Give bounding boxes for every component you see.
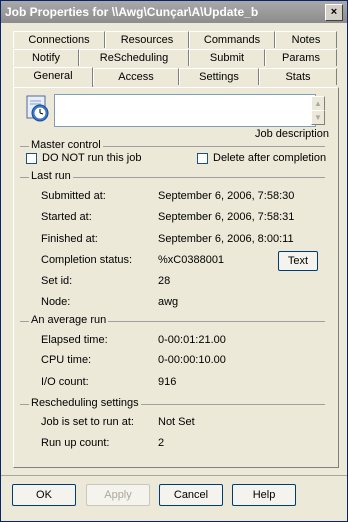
tab-submit[interactable]: Submit bbox=[189, 49, 265, 66]
job-properties-window: Job Properties for \\Awg\Cunçar\A\Update… bbox=[0, 0, 348, 522]
ok-button[interactable]: OK bbox=[12, 484, 76, 506]
close-icon: × bbox=[330, 6, 338, 18]
finished-at-label: Finished at: bbox=[41, 233, 98, 245]
help-button[interactable]: Help bbox=[232, 484, 296, 506]
scroll-down-button[interactable]: ▼ bbox=[311, 110, 325, 125]
cancel-button[interactable]: Cancel bbox=[159, 484, 223, 506]
apply-button[interactable]: Apply bbox=[86, 484, 150, 506]
scroll-down-icon: ▼ bbox=[314, 113, 322, 122]
tab-notes[interactable]: Notes bbox=[275, 31, 337, 48]
tab-settings[interactable]: Settings bbox=[179, 68, 259, 85]
run-up-count-value: 2 bbox=[158, 437, 165, 449]
tab-stats[interactable]: Stats bbox=[259, 68, 337, 85]
submitted-at-label: Submitted at: bbox=[41, 190, 106, 202]
tab-access[interactable]: Access bbox=[93, 68, 179, 85]
tab-commands[interactable]: Commands bbox=[189, 31, 275, 48]
delete-after-completion-label: Delete after completion bbox=[213, 152, 327, 164]
rescheduling-label: Rescheduling settings bbox=[29, 397, 141, 409]
job-icon bbox=[25, 95, 51, 123]
do-not-run-label: DO NOT run this job bbox=[42, 152, 142, 164]
io-count-label: I/O count: bbox=[41, 376, 89, 388]
job-set-to-run-value: Not Set bbox=[158, 416, 195, 428]
job-description-label: Job description bbox=[255, 128, 329, 140]
cpu-time-label: CPU time: bbox=[41, 354, 92, 366]
tab-resources[interactable]: Resources bbox=[105, 31, 189, 48]
tab-rescheduling[interactable]: ReScheduling bbox=[79, 49, 189, 66]
started-at-label: Started at: bbox=[41, 211, 92, 223]
completion-status-label: Completion status: bbox=[41, 254, 133, 266]
tab-params[interactable]: Params bbox=[265, 49, 337, 66]
do-not-run-checkbox[interactable] bbox=[26, 153, 37, 164]
job-description-field[interactable] bbox=[54, 94, 316, 127]
tab-connections[interactable]: Connections bbox=[13, 31, 105, 48]
scroll-up-icon: ▲ bbox=[314, 99, 322, 108]
tab-general[interactable]: General bbox=[13, 67, 93, 87]
close-button[interactable]: × bbox=[325, 4, 343, 21]
elapsed-time-value: 0-00:01:21.00 bbox=[158, 334, 226, 346]
last-run-label: Last run bbox=[29, 170, 73, 182]
average-run-label: An average run bbox=[29, 314, 109, 326]
completion-status-value: %xC0388001 bbox=[158, 254, 225, 266]
job-set-to-run-label: Job is set to run at: bbox=[41, 416, 134, 428]
finished-at-value: September 6, 2006, 8:00:11 bbox=[158, 233, 294, 245]
elapsed-time-label: Elapsed time: bbox=[41, 334, 108, 346]
cpu-time-value: 0-00:00:10.00 bbox=[158, 354, 226, 366]
window-title: Job Properties for \\Awg\Cunçar\A\Update… bbox=[5, 5, 259, 19]
text-button[interactable]: Text bbox=[278, 251, 318, 271]
started-at-value: September 6, 2006, 7:58:31 bbox=[158, 211, 295, 223]
node-value: awg bbox=[158, 296, 179, 308]
set-id-value: 28 bbox=[158, 275, 171, 287]
io-count-value: 916 bbox=[158, 376, 177, 388]
run-up-count-label: Run up count: bbox=[41, 437, 110, 449]
footer-separator bbox=[1, 475, 347, 476]
delete-after-completion-checkbox[interactable] bbox=[197, 153, 208, 164]
scroll-up-button[interactable]: ▲ bbox=[311, 96, 325, 111]
master-control-label: Master control bbox=[29, 139, 103, 151]
tab-notify[interactable]: Notify bbox=[13, 49, 79, 66]
node-label: Node: bbox=[41, 296, 71, 308]
submitted-at-value: September 6, 2006, 7:58:30 bbox=[158, 190, 295, 202]
title-bar[interactable]: Job Properties for \\Awg\Cunçar\A\Update… bbox=[1, 1, 347, 23]
set-id-label: Set id: bbox=[41, 275, 73, 287]
